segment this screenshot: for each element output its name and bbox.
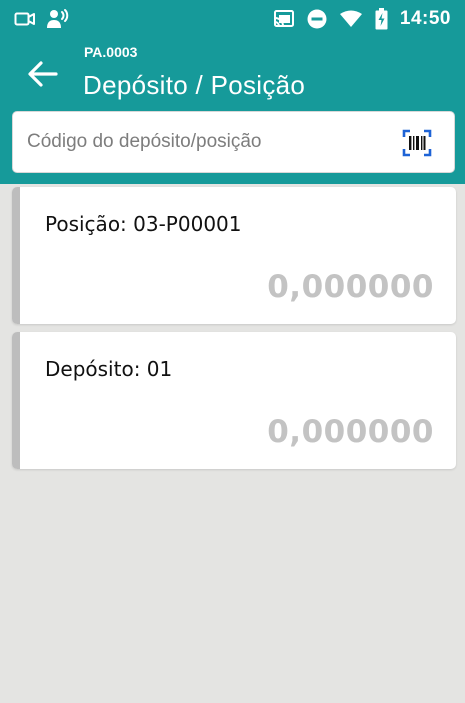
screen-subtitle: PA.0003 xyxy=(84,44,138,60)
search-input[interactable] xyxy=(27,124,387,160)
card-quantity: 0,000000 xyxy=(267,414,434,450)
card-quantity: 0,000000 xyxy=(267,269,434,305)
card-label: Posição: 03-P00001 xyxy=(45,212,242,236)
card-deposito[interactable]: Depósito: 01 0,000000 xyxy=(12,332,456,469)
page-title: Depósito / Posição xyxy=(83,70,306,100)
card-accent-stripe xyxy=(12,187,20,324)
do-not-disturb-icon xyxy=(307,9,327,29)
wifi-icon xyxy=(339,10,363,28)
card-accent-stripe xyxy=(12,332,20,469)
search-field xyxy=(12,111,455,173)
camera-record-icon xyxy=(14,10,36,28)
battery-charging-icon xyxy=(375,8,388,30)
scan-barcode-button[interactable] xyxy=(402,129,432,157)
broadcast-person-icon xyxy=(46,8,70,30)
card-label: Depósito: 01 xyxy=(45,357,173,381)
status-bar: 14:50 xyxy=(0,0,465,36)
cast-icon xyxy=(273,9,295,29)
card-posicao[interactable]: Posição: 03-P00001 0,000000 xyxy=(12,187,456,324)
barcode-scan-icon xyxy=(402,129,432,157)
status-time: 14:50 xyxy=(399,8,451,29)
app-header: 14:50 PA.0003 Depósito / Posição xyxy=(0,0,465,184)
back-button[interactable] xyxy=(22,56,62,92)
arrow-left-icon xyxy=(28,61,58,87)
